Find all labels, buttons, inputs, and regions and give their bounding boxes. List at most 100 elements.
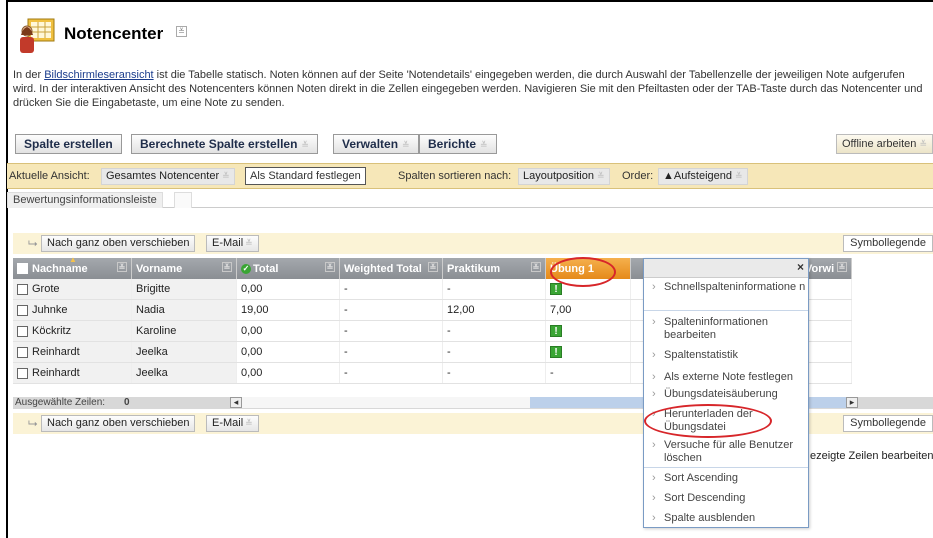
menu-item-label: Spaltenstatistik: [664, 349, 738, 361]
lastname-text: Juhnke: [32, 304, 68, 316]
menu-item-clear-attempts[interactable]: › Versuche für alle Benutzer löschen: [644, 439, 808, 465]
cell-praktikum[interactable]: -: [442, 341, 546, 363]
cell-lastname[interactable]: Grote: [13, 279, 132, 300]
email-button[interactable]: E-Mail ≚: [206, 415, 259, 432]
create-column-button[interactable]: Spalte erstellen: [15, 134, 122, 154]
email-button[interactable]: E-Mail ≚: [206, 235, 259, 252]
sort-columns-select[interactable]: Layoutposition ≚: [518, 168, 610, 185]
cell-total[interactable]: 0,00: [236, 320, 340, 342]
move-to-top-button[interactable]: Nach ganz oben verschieben: [41, 415, 196, 432]
menu-item-assignment-file-cleanup[interactable]: › Übungsdateisäuberung: [644, 388, 808, 401]
row-checkbox[interactable]: [17, 346, 28, 358]
cell-weighted-total[interactable]: -: [339, 362, 443, 384]
edit-displayed-rows-link[interactable]: ezeigte Zeilen bearbeiten: [810, 450, 933, 462]
current-view-value: Gesamtes Notencenter: [106, 170, 220, 182]
needs-grading-icon: !: [550, 283, 562, 295]
chevron-right-icon: ›: [652, 281, 656, 293]
cell-praktikum[interactable]: 12,00: [442, 299, 546, 321]
chevron-down-icon[interactable]: ≚: [531, 262, 541, 272]
cell-praktikum[interactable]: -: [442, 362, 546, 384]
screen-reader-view-link[interactable]: Bildschirmleseransicht: [44, 69, 153, 81]
cell-uebung1[interactable]: -: [545, 362, 631, 384]
title-menu-chevron-icon[interactable]: ≚: [176, 26, 187, 37]
menu-item-label: Sort Descending: [664, 492, 746, 504]
row-checkbox[interactable]: [17, 304, 28, 316]
row-checkbox[interactable]: [17, 325, 28, 337]
column-header-total[interactable]: ✓ Total ≚: [236, 258, 340, 279]
cell-lastname[interactable]: Juhnke: [13, 299, 132, 321]
cell-uebung1[interactable]: !: [545, 320, 631, 342]
sort-columns-value: Layoutposition: [523, 170, 594, 182]
column-header-vorwi-label: Vorwi: [805, 262, 835, 275]
cell-uebung1[interactable]: 7,00: [545, 299, 631, 321]
cell-firstname[interactable]: Jeelka: [131, 362, 237, 384]
row-checkbox[interactable]: [17, 367, 28, 379]
create-calculated-column-button[interactable]: Berechnete Spalte erstellen ≚: [131, 134, 318, 154]
chevron-down-icon[interactable]: ≚: [222, 262, 232, 272]
current-view-select[interactable]: Gesamtes Notencenter ≚: [101, 168, 235, 185]
cell-total[interactable]: 19,00: [236, 299, 340, 321]
menu-item-hide-column[interactable]: › Spalte ausblenden: [644, 512, 808, 525]
cell-lastname[interactable]: Reinhardt: [13, 341, 132, 363]
cell-total[interactable]: 0,00: [236, 341, 340, 363]
chevron-down-icon[interactable]: ≚: [428, 262, 438, 272]
menu-separator: [644, 467, 808, 468]
cell-firstname[interactable]: Jeelka: [131, 341, 237, 363]
order-select[interactable]: ▲Aufsteigend ≚: [658, 168, 748, 185]
menu-item-set-external-grade[interactable]: › Als externe Note festlegen: [644, 371, 808, 384]
cell-total[interactable]: 0,00: [236, 279, 340, 300]
cell-firstname[interactable]: Nadia: [131, 299, 237, 321]
menu-item-sort-ascending[interactable]: › Sort Ascending: [644, 472, 808, 485]
work-offline-button[interactable]: Offline arbeiten ≚: [836, 134, 933, 154]
scroll-left-arrow-icon[interactable]: ◂: [230, 397, 242, 408]
icon-legend-button[interactable]: Symbollegende: [843, 235, 933, 252]
column-header-lastname[interactable]: Nachname ≚ ▲: [13, 255, 132, 279]
view-bar: Aktuelle Ansicht: Gesamtes Notencenter ≚ …: [7, 163, 933, 189]
close-icon[interactable]: ×: [797, 260, 804, 274]
menu-item-column-statistics[interactable]: › Spaltenstatistik: [644, 349, 808, 362]
icon-legend-button[interactable]: Symbollegende: [843, 415, 933, 432]
move-to-top-button[interactable]: Nach ganz oben verschieben: [41, 235, 196, 252]
column-header-praktikum[interactable]: Praktikum ≚: [442, 258, 546, 279]
column-header-weighted-total[interactable]: Weighted Total ≚: [339, 258, 443, 279]
menu-item-quick-column-info[interactable]: › Schnellspalteninformatione n: [644, 281, 808, 294]
column-header-total-label: Total: [253, 262, 279, 275]
cell-lastname[interactable]: Reinhardt: [13, 362, 132, 384]
cell-weighted-total[interactable]: -: [339, 279, 443, 300]
chevron-down-icon[interactable]: ≚: [837, 262, 847, 272]
gradebook-logo-icon: [20, 18, 55, 53]
chevron-down-icon[interactable]: ≚: [325, 262, 335, 272]
cell-weighted-total[interactable]: -: [339, 320, 443, 342]
cell-uebung1[interactable]: !: [545, 341, 631, 363]
scroll-right-arrow-icon[interactable]: ▸: [846, 397, 858, 408]
lastname-text: Köckritz: [32, 325, 72, 337]
needs-grading-icon: !: [550, 346, 562, 358]
chevron-down-icon[interactable]: ≚: [117, 262, 127, 272]
cell-praktikum[interactable]: -: [442, 320, 546, 342]
order-value: ▲Aufsteigend: [663, 170, 732, 182]
highlight-oval-uebung1: [550, 257, 616, 287]
menu-item-sort-descending[interactable]: › Sort Descending: [644, 492, 808, 505]
row-checkbox[interactable]: [17, 283, 28, 295]
cell-weighted-total[interactable]: -: [339, 341, 443, 363]
column-header-praktikum-label: Praktikum: [447, 262, 501, 275]
tab-empty[interactable]: [174, 192, 192, 208]
menu-item-edit-column-info[interactable]: › Spalteninformationen bearbeiten: [644, 316, 808, 342]
select-all-checkbox[interactable]: [17, 263, 28, 275]
cell-total[interactable]: 0,00: [236, 362, 340, 384]
checkmark-icon: ✓: [241, 263, 251, 274]
tab-assessment-info-bar[interactable]: Bewertungsinformationsleiste: [7, 192, 163, 208]
set-default-button[interactable]: Als Standard festlegen: [245, 167, 366, 185]
sort-columns-label: Spalten sortieren nach:: [398, 170, 512, 182]
manage-button[interactable]: Verwalten ≚: [333, 134, 419, 154]
cell-weighted-total[interactable]: -: [339, 299, 443, 321]
cell-firstname[interactable]: Karoline: [131, 320, 237, 342]
cell-firstname[interactable]: Brigitte: [131, 279, 237, 300]
column-header-firstname[interactable]: Vorname ≚: [131, 258, 237, 279]
email-label: E-Mail: [212, 417, 244, 429]
reports-button[interactable]: Berichte ≚: [419, 134, 497, 154]
menu-item-label: Sort Ascending: [664, 472, 738, 484]
cell-praktikum[interactable]: -: [442, 279, 546, 300]
chevron-down-icon: ≚: [735, 171, 743, 181]
cell-lastname[interactable]: Köckritz: [13, 320, 132, 342]
